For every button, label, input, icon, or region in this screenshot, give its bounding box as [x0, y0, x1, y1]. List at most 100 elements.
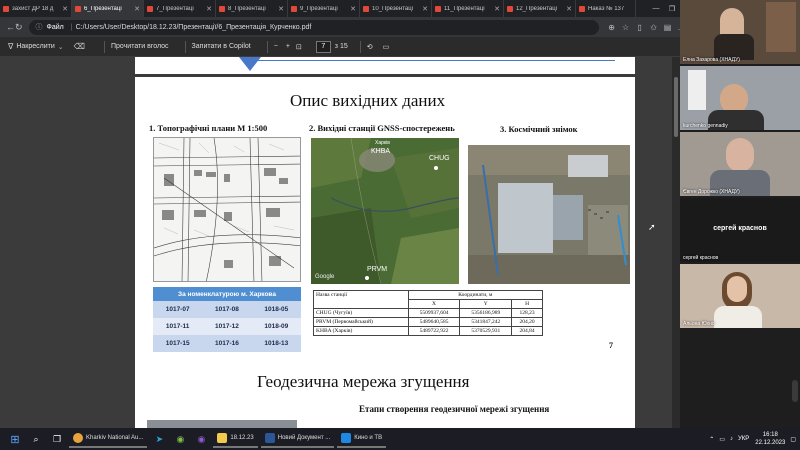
background-object — [766, 2, 796, 52]
pdf-viewer[interactable]: Опис вихідних даних 1. Топографічні план… — [0, 57, 680, 428]
taskbar-app-word[interactable]: Новий Документ ... — [260, 430, 335, 448]
close-icon[interactable]: ✕ — [206, 5, 212, 13]
close-icon[interactable]: ✕ — [350, 5, 356, 13]
rotate-button[interactable]: ⟲ — [367, 43, 373, 51]
back-icon[interactable]: ← — [6, 22, 15, 32]
participant-body — [714, 306, 762, 328]
table-cell: 1018-13 — [251, 335, 301, 352]
clock[interactable]: 16:18 22.12.2023 — [755, 431, 785, 447]
topographic-map-drawing — [154, 138, 300, 281]
tab-3[interactable]: 8_Презентаці ✕ — [216, 0, 288, 17]
split-icon[interactable]: ▯ — [633, 23, 647, 32]
previous-page — [135, 57, 635, 74]
table-row: CHUG (Чугуїв) 5509937,604 5356186,989 12… — [313, 308, 543, 318]
url-field[interactable]: ⓘ Файл | C:/Users/User/Desktop/18.12.23/… — [28, 19, 599, 35]
tab-7[interactable]: 12_Презентаці ✕ — [504, 0, 576, 17]
system-tray: ⌃ ▭ ♪ УКР 16:18 22.12.2023 ▢ — [704, 428, 796, 450]
slide-page-number: 7 — [609, 341, 613, 350]
participant-tile[interactable]: сергей краснов сергей краснов — [680, 198, 800, 262]
clock-date: 22.12.2023 — [755, 440, 786, 446]
table-cell: 128,23 — [511, 308, 543, 318]
tab-label: 12_Презентаці — [516, 5, 557, 12]
volume-icon[interactable]: ♪ — [730, 436, 733, 442]
close-icon[interactable]: ✕ — [422, 5, 428, 13]
participant-name: Альона Юхно — [683, 321, 715, 327]
maximize-icon[interactable]: ❐ — [664, 5, 680, 13]
pdf-icon — [435, 5, 441, 12]
background-object — [688, 70, 706, 110]
page-number-input[interactable]: 7 — [315, 40, 331, 53]
separator: | — [70, 23, 73, 31]
close-icon[interactable]: ✕ — [134, 5, 140, 13]
erase-button[interactable]: ⌫ — [74, 42, 88, 51]
read-aloud-button[interactable]: Прочитати вголос — [111, 43, 169, 50]
participant-tile[interactable]: Альона Юхно — [680, 264, 800, 328]
zoom-icon[interactable]: ⊕ — [605, 23, 619, 32]
language-indicator[interactable]: УКР — [738, 436, 749, 442]
tab-5[interactable]: 10_Презентаці ✕ — [360, 0, 432, 17]
pdf-icon — [507, 5, 513, 12]
search-icon[interactable]: ⌕ — [27, 430, 45, 448]
tab-4[interactable]: 9_Презентаці ✕ — [288, 0, 360, 17]
refresh-icon[interactable]: ↻ — [15, 22, 23, 33]
table-cell: 204,20 — [511, 317, 543, 327]
taskbar-app-label: Новий Документ ... — [277, 435, 331, 441]
taskbar: ⊞ ⌕ ❐ Kharkiv National Au... ➤ ◉ ◉ 18.12… — [0, 428, 800, 450]
folder-icon — [217, 433, 228, 443]
tab-1[interactable]: 6_Презентаці ✕ — [72, 0, 144, 17]
tab-label: 7_Презентаці — [156, 5, 194, 12]
close-icon[interactable]: ✕ — [566, 5, 572, 13]
favorites-bar-icon[interactable]: ✩ — [647, 23, 661, 32]
close-icon[interactable]: ✕ — [494, 5, 500, 13]
zoom-out-button[interactable]: − — [274, 43, 278, 50]
task-view-icon[interactable]: ❐ — [48, 430, 66, 448]
tab-0[interactable]: захист ДР 18 д ✕ — [0, 0, 72, 17]
close-icon[interactable]: ✕ — [62, 5, 68, 13]
minimize-icon[interactable]: — — [648, 5, 664, 12]
taskbar-app-explorer[interactable]: 18.12.23 — [213, 430, 258, 448]
collections-icon[interactable]: ▤ — [661, 23, 675, 32]
telegram-icon[interactable]: ➤ — [150, 430, 168, 448]
taskbar-app-movies[interactable]: Кино и ТВ — [337, 430, 387, 448]
zoom-in-button[interactable]: + — [286, 43, 290, 50]
participant-name-center: сергей краснов — [713, 225, 767, 232]
tab-6[interactable]: 11_Презентаці ✕ — [432, 0, 504, 17]
tab-label: 6_Презентаці — [84, 5, 122, 12]
tab-2[interactable]: 7_Презентаці ✕ — [144, 0, 216, 17]
participant-name: Елна Захарова (ХНАДУ) — [683, 57, 740, 63]
next-slide-subtitle: Етапи створення геодезичної мережі згуще… — [359, 404, 550, 414]
panel-scrollbar[interactable] — [792, 380, 798, 402]
divider — [103, 40, 105, 53]
tray-expand-icon[interactable]: ⌃ — [709, 436, 714, 443]
nomenclature-table: За номенклатурою м. Харкова 1017-07 1017… — [153, 287, 301, 352]
tab-8[interactable]: Наказ № 137 — [576, 0, 636, 17]
scrollbar-thumb[interactable] — [674, 77, 678, 137]
participant-tile[interactable]: Елна Захарова (ХНАДУ) — [680, 0, 800, 64]
table-cell: 5509937,604 — [407, 308, 461, 318]
close-icon[interactable]: ✕ — [278, 5, 284, 13]
viber-icon[interactable]: ◉ — [192, 430, 210, 448]
divider — [184, 40, 186, 53]
network-icon[interactable]: ▭ — [719, 436, 725, 443]
favorite-icon[interactable]: ☆ — [619, 23, 633, 32]
participant-tile[interactable]: kurchenko gennadiy — [680, 66, 800, 130]
table-cell: 1017-16 — [202, 335, 252, 352]
ask-copilot-button[interactable]: Запитати в Copilot — [192, 43, 251, 50]
table-cell: PRVM (Первомайський) — [313, 317, 409, 327]
phone-app-icon[interactable]: ◉ — [171, 430, 189, 448]
map-attribution: Google — [315, 274, 335, 280]
draw-button[interactable]: ∇ Накреслити ⌄ — [8, 42, 64, 51]
table-cell: 1017-08 — [202, 301, 252, 318]
fit-page-button[interactable]: ⊡ — [296, 43, 302, 51]
vertical-scrollbar[interactable] — [672, 57, 680, 428]
taskbar-app-chrome[interactable]: Kharkiv National Au... — [69, 430, 148, 448]
tab-strip: захист ДР 18 д ✕ 6_Презентаці ✕ 7_Презента… — [0, 0, 680, 17]
table-cell: 1018-05 — [251, 301, 301, 318]
windows-start-icon[interactable]: ⊞ — [6, 430, 24, 448]
participant-tile[interactable]: Євген Дорожко (ХНАДУ) — [680, 132, 800, 196]
page-view-button[interactable]: ▭ — [383, 43, 390, 51]
notifications-icon[interactable]: ▢ — [790, 436, 796, 443]
participant-name: Євген Дорожко (ХНАДУ) — [683, 189, 740, 195]
table-cell: 1017-11 — [153, 318, 203, 335]
plus-icon: + — [285, 43, 290, 50]
